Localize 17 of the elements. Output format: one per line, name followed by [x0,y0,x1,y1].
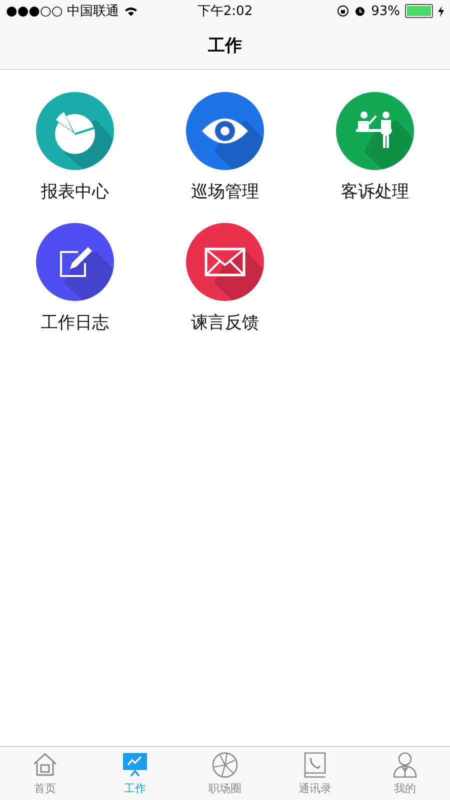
charging-icon [438,6,444,16]
aperture-icon [211,751,239,779]
presentation-board-icon [121,751,149,779]
rotation-lock-icon [337,5,350,17]
app-tile[interactable]: 工作日志 [0,223,150,334]
alarm-icon [354,5,366,17]
nav-title: 工作 [208,35,242,57]
wifi-icon [124,6,138,16]
carrier-name: ●●●○○ 中国联通 [6,3,119,20]
clock: 下午2:02 [197,3,253,20]
app-tile[interactable]: 巡场管理 [150,92,300,203]
app-tile[interactable]: 谏言反馈 [150,223,300,334]
app-tile[interactable]: 报表中心 [0,92,150,203]
app-tile[interactable]: 客诉处理 [300,92,450,203]
person-icon [391,751,419,779]
battery-icon [405,4,434,18]
battery-percent: 93% [371,4,400,18]
